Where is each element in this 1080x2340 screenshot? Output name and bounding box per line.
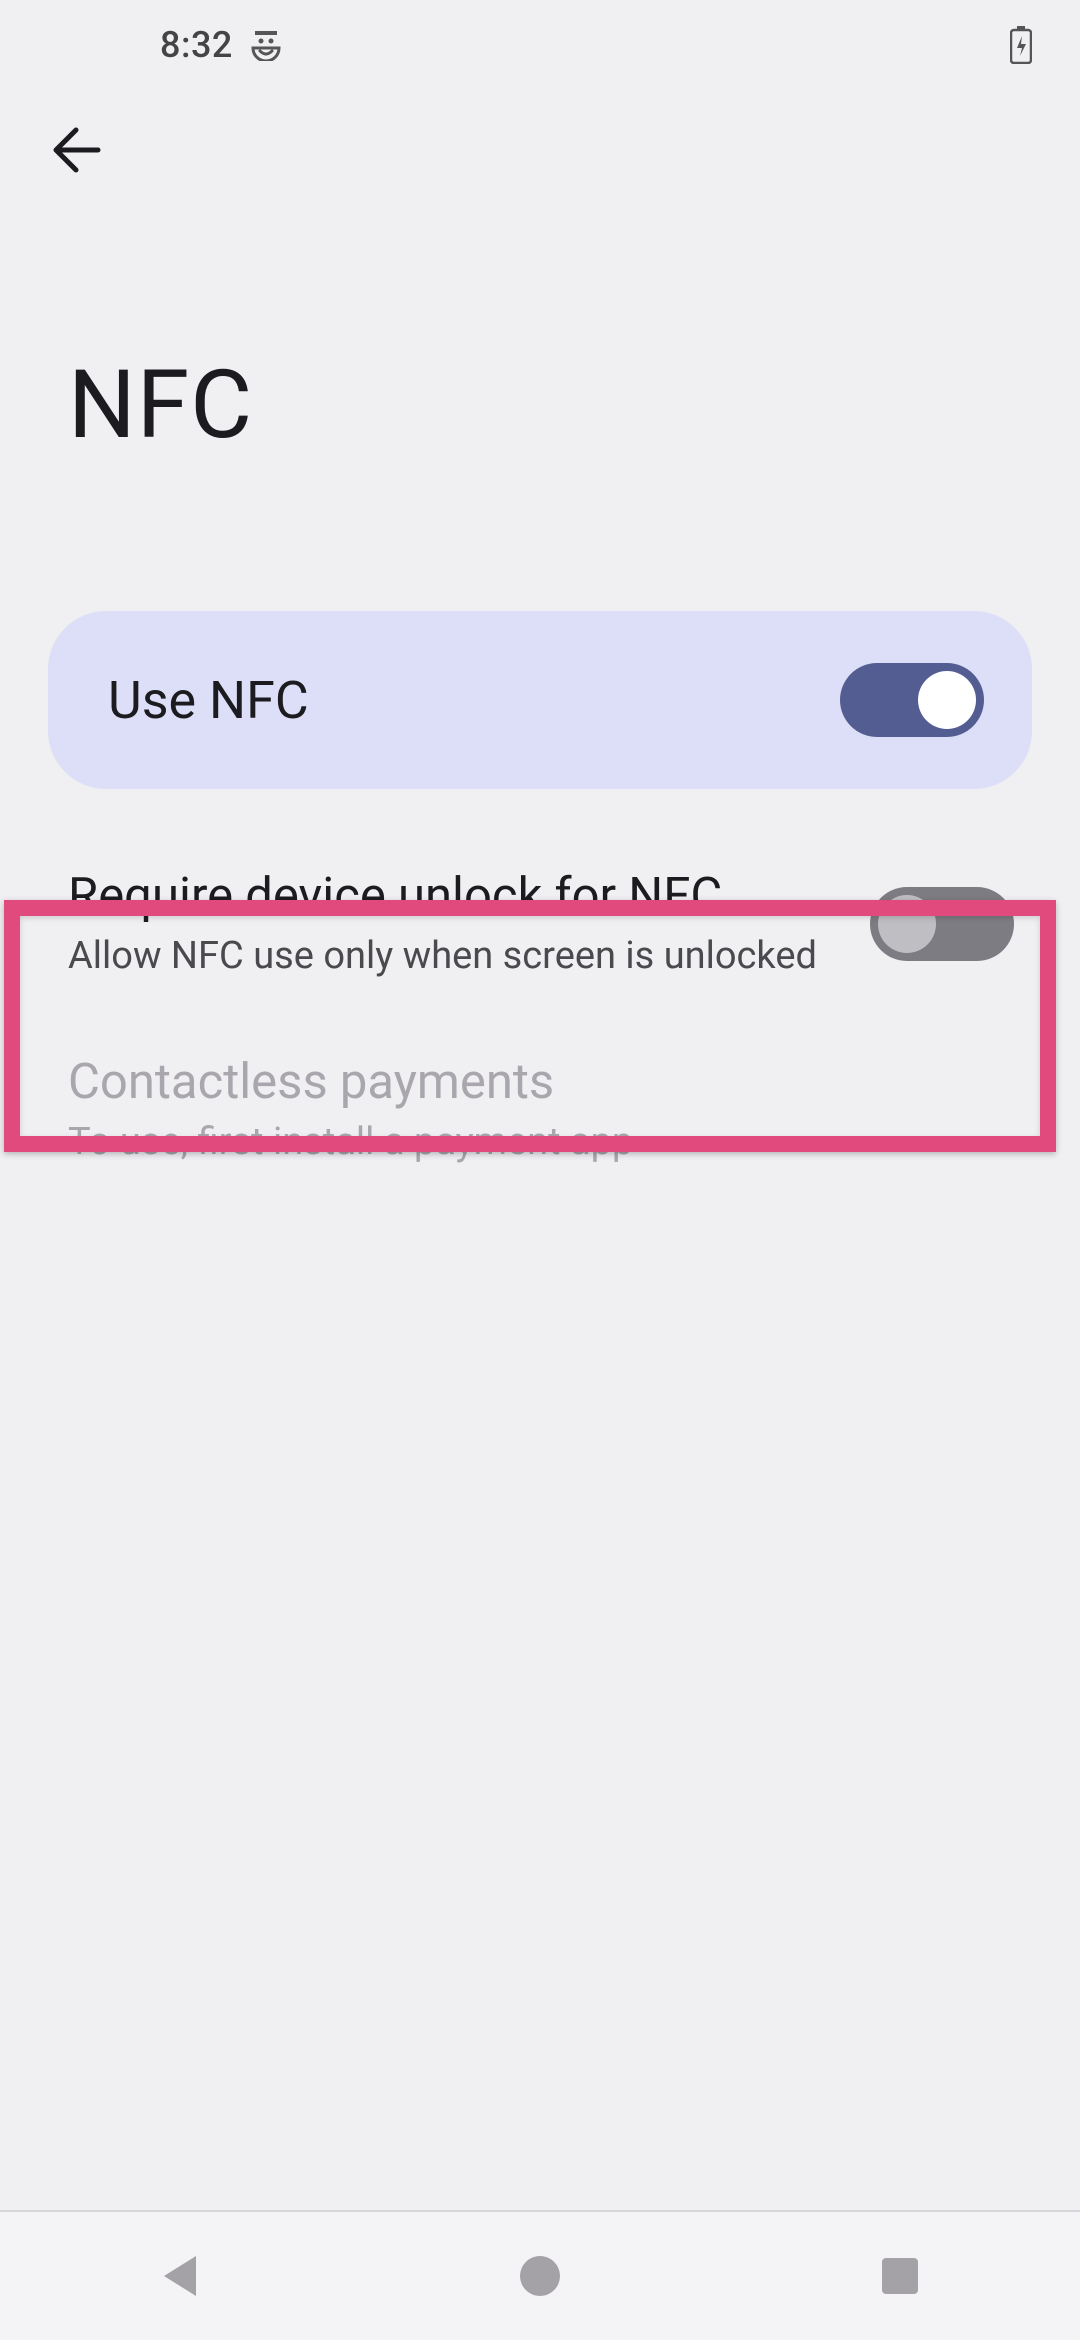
battery-charging-icon xyxy=(1010,26,1032,64)
nav-recents-button[interactable] xyxy=(840,2216,960,2336)
use-nfc-switch[interactable] xyxy=(840,663,984,737)
require-unlock-switch[interactable] xyxy=(870,887,1014,961)
contactless-text: Contactless payments To use, first insta… xyxy=(68,1053,1014,1167)
nav-back-button[interactable] xyxy=(120,2216,240,2336)
status-time: 8:32 xyxy=(160,24,233,66)
contactless-subtitle: To use, first install a payment app xyxy=(68,1118,1014,1167)
status-right xyxy=(1010,26,1032,64)
use-nfc-label: Use NFC xyxy=(108,670,309,731)
status-bar: 8:32 xyxy=(0,0,1080,90)
require-unlock-title: Require device unlock for NFC xyxy=(68,867,846,926)
use-nfc-card[interactable]: Use NFC xyxy=(48,611,1032,789)
back-button[interactable] xyxy=(36,110,116,190)
arrow-left-icon xyxy=(50,124,102,176)
switch-knob xyxy=(878,895,936,953)
smiley-status-icon xyxy=(251,29,281,61)
contactless-title: Contactless payments xyxy=(68,1053,1014,1112)
require-unlock-text: Require device unlock for NFC Allow NFC … xyxy=(68,867,846,981)
nav-recents-icon xyxy=(880,2256,920,2296)
require-unlock-row[interactable]: Require device unlock for NFC Allow NFC … xyxy=(48,819,1032,1029)
contactless-payments-row: Contactless payments To use, first insta… xyxy=(48,1029,1032,1215)
require-unlock-subtitle: Allow NFC use only when screen is unlock… xyxy=(68,932,846,981)
nav-back-icon xyxy=(160,2254,200,2298)
nav-home-button[interactable] xyxy=(480,2216,600,2336)
page-title: NFC xyxy=(0,210,1080,461)
system-nav-bar xyxy=(0,2210,1080,2340)
app-bar xyxy=(0,90,1080,210)
switch-knob xyxy=(918,671,976,729)
nav-home-icon xyxy=(518,2254,562,2298)
status-left: 8:32 xyxy=(160,24,281,66)
settings-content: Use NFC Require device unlock for NFC Al… xyxy=(0,461,1080,1215)
